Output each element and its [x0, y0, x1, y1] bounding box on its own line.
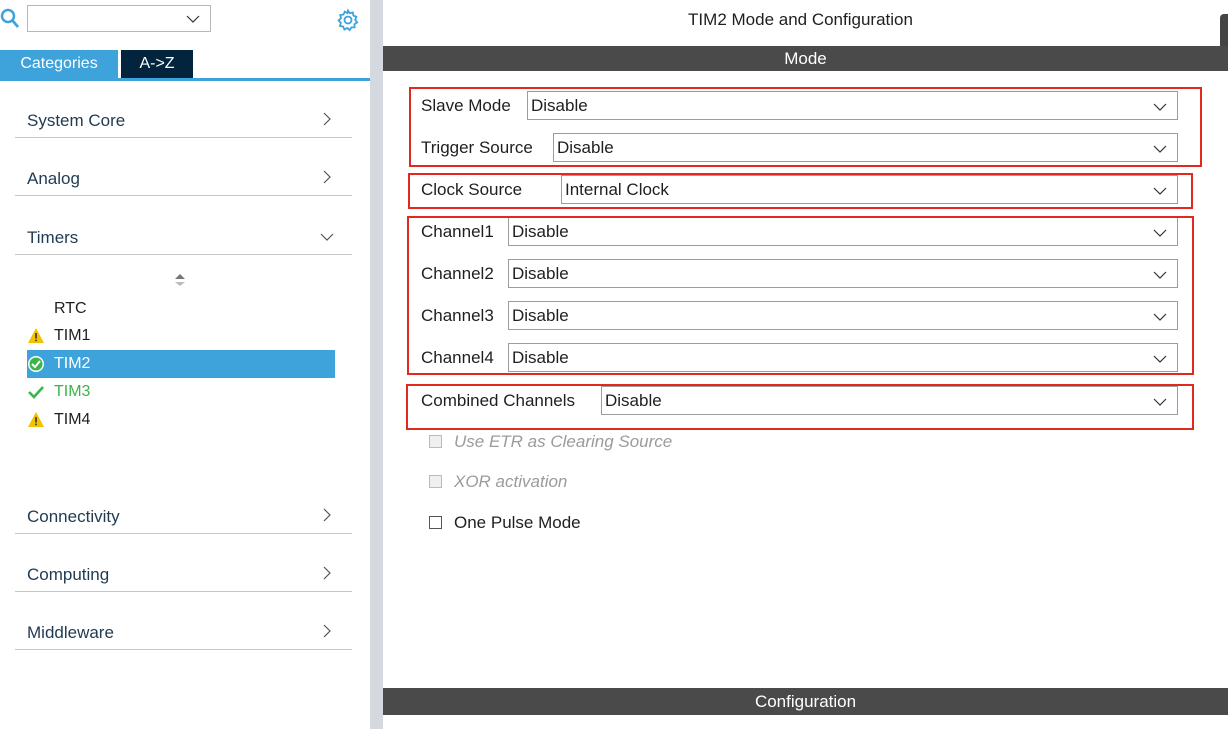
timer-item-rtc[interactable]: RTC [27, 295, 335, 323]
chevron-down-icon [1153, 145, 1167, 153]
timer-label: TIM2 [54, 355, 91, 372]
channel4-row: Channel4 Disable [421, 342, 1178, 372]
checkbox-label: XOR activation [454, 472, 568, 491]
category-computing[interactable]: Computing [15, 556, 352, 592]
sort-arrows-icon[interactable] [173, 272, 187, 288]
category-label: Timers [27, 228, 79, 247]
chevron-right-icon [323, 112, 331, 126]
chevron-down-icon [1153, 313, 1167, 321]
combined-channels-row: Combined Channels Disable [421, 385, 1178, 415]
chevron-down-icon [1153, 398, 1167, 406]
panel-splitter[interactable] [370, 0, 383, 729]
select-value: Internal Clock [565, 180, 669, 199]
select-value: Disable [512, 264, 569, 283]
timer-label: TIM3 [54, 383, 91, 400]
category-system-core[interactable]: System Core [15, 102, 352, 138]
select-value: Disable [605, 391, 662, 410]
chevron-down-icon [1153, 103, 1167, 111]
tab-underline [0, 78, 370, 81]
checkbox-box [429, 516, 442, 529]
timer-item-tim2[interactable]: TIM2 [27, 350, 335, 378]
slave-mode-row: Slave Mode Disable [421, 90, 1178, 120]
channel4-select[interactable]: Disable [508, 343, 1178, 372]
chevron-right-icon [323, 566, 331, 580]
category-label: Computing [27, 565, 110, 584]
field-label: Trigger Source [421, 138, 533, 157]
chevron-right-icon [323, 508, 331, 522]
channel2-row: Channel2 Disable [421, 258, 1178, 288]
category-label: Middleware [27, 623, 114, 642]
channel2-select[interactable]: Disable [508, 259, 1178, 288]
check-circle-icon [28, 356, 44, 372]
field-label: Slave Mode [421, 96, 511, 115]
field-label: Channel2 [421, 264, 494, 283]
checkbox-box [429, 435, 442, 448]
chevron-down-icon [320, 233, 334, 241]
timer-item-tim1[interactable]: TIM1 [27, 322, 335, 350]
chevron-down-icon [186, 15, 200, 23]
category-timers[interactable]: Timers [15, 219, 352, 255]
clock-source-select[interactable]: Internal Clock [561, 175, 1178, 204]
select-value: Disable [557, 138, 614, 157]
slave-mode-select[interactable]: Disable [527, 91, 1178, 120]
channel1-select[interactable]: Disable [508, 217, 1178, 246]
category-label: Connectivity [27, 507, 120, 526]
trigger-source-row: Trigger Source Disable [421, 132, 1178, 162]
right-panel: TIM2 Mode and Configuration Mode Slave M… [383, 0, 1228, 729]
left-panel: Categories A->Z System Core Analog Timer… [0, 0, 370, 729]
field-label: Combined Channels [421, 391, 576, 410]
category-label: System Core [27, 111, 126, 130]
search-combo[interactable] [27, 5, 211, 32]
channel1-row: Channel1 Disable [421, 216, 1178, 246]
chevron-right-icon [323, 170, 331, 184]
field-label: Clock Source [421, 180, 523, 199]
field-label: Channel1 [421, 222, 494, 241]
configuration-header: Configuration [383, 688, 1228, 715]
checkbox-box [429, 475, 442, 488]
chevron-down-icon [1153, 229, 1167, 237]
select-value: Disable [512, 348, 569, 367]
check-icon [28, 386, 44, 399]
category-connectivity[interactable]: Connectivity [15, 498, 352, 534]
category-middleware[interactable]: Middleware [15, 614, 352, 650]
clock-source-row: Clock Source Internal Clock [421, 174, 1178, 204]
timer-label: TIM1 [54, 327, 91, 344]
timer-item-tim3[interactable]: TIM3 [27, 378, 335, 406]
category-analog[interactable]: Analog [15, 160, 352, 196]
mode-header: Mode [383, 46, 1228, 71]
checkbox-label: Use ETR as Clearing Source [454, 432, 673, 451]
field-label: Channel4 [421, 348, 494, 367]
chevron-right-icon [323, 624, 331, 638]
chevron-down-icon [1153, 271, 1167, 279]
select-value: Disable [512, 306, 569, 325]
page-title: TIM2 Mode and Configuration [688, 10, 913, 29]
combined-channels-select[interactable]: Disable [601, 386, 1178, 415]
search-icon[interactable] [0, 8, 20, 30]
timer-label: TIM4 [54, 411, 91, 428]
warning-icon [28, 412, 44, 427]
timer-label: RTC [54, 300, 87, 317]
chevron-down-icon [1153, 187, 1167, 195]
channel3-row: Channel3 Disable [421, 300, 1178, 330]
warning-icon [28, 328, 44, 343]
select-value: Disable [512, 222, 569, 241]
tab-a-z[interactable]: A->Z [121, 50, 193, 78]
field-label: Channel3 [421, 306, 494, 325]
timer-item-tim4[interactable]: TIM4 [27, 406, 335, 434]
checkbox-label: One Pulse Mode [454, 513, 581, 532]
select-value: Disable [531, 96, 588, 115]
channel3-select[interactable]: Disable [508, 301, 1178, 330]
tab-categories[interactable]: Categories [0, 50, 118, 78]
trigger-source-select[interactable]: Disable [553, 133, 1178, 162]
category-label: Analog [27, 169, 80, 188]
chevron-down-icon [1153, 355, 1167, 363]
gear-icon[interactable] [336, 8, 360, 32]
